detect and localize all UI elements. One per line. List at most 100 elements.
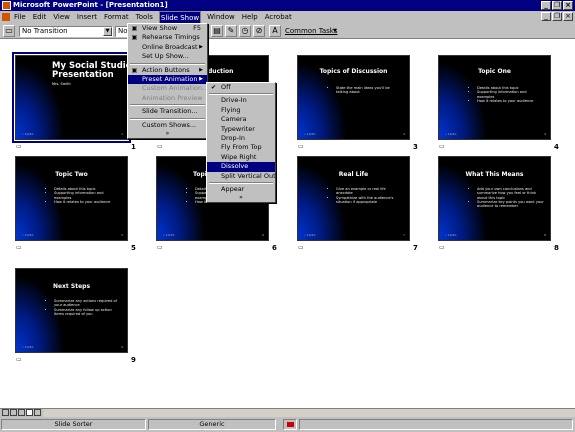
menu-item-label: Off — [221, 83, 231, 91]
slide-thumbnail[interactable]: What This Means Add your own conclusions … — [438, 156, 551, 241]
common-tasks-chevron-icon[interactable]: ▼ — [333, 26, 337, 36]
menu-item-preset-animation[interactable]: Preset Animation ▶ — [128, 74, 207, 85]
slide-transition-icon[interactable]: ▭ — [157, 143, 163, 150]
slide-bullet: Summarize key points you want your audie… — [477, 200, 544, 209]
menu-item-online-broadcast[interactable]: Online Broadcast ▶ — [128, 43, 207, 52]
menu-item-drive-in[interactable]: Drive-In — [207, 96, 275, 105]
menu-item-wipe-right[interactable]: Wipe Right — [207, 153, 275, 162]
doc-close-icon[interactable]: × — [563, 12, 573, 21]
slide-footer: • 10/20 — [163, 233, 175, 237]
expand-menu-chevron-icon[interactable]: » — [207, 194, 275, 202]
slide-footer: • 10/20 — [22, 132, 34, 136]
show-formatting-icon[interactable]: A — [269, 25, 281, 37]
slide-transition-icon[interactable]: ▭ — [298, 244, 304, 251]
rehearse-timings-icon[interactable]: ◷ — [239, 25, 251, 37]
slide-page-number: 4 — [544, 132, 546, 136]
slide-transition-icon[interactable]: ▭ — [157, 244, 163, 251]
expand-menu-chevron-icon[interactable]: » — [128, 130, 207, 138]
slide-title: Topics of Discussion — [319, 68, 388, 75]
slide-sorter-view-icon[interactable] — [26, 409, 33, 416]
view-buttons-bar — [0, 408, 575, 417]
slide-bullet: Summarize any actions required of your a… — [54, 299, 121, 308]
menu-shortcut: F5 — [193, 24, 201, 32]
menu-item-label: View Show — [142, 24, 178, 32]
slide-bullet: Supporting information and examples — [477, 90, 544, 99]
slide-number: 9 — [131, 356, 136, 364]
preset-animation-submenu: ✔ Off Drive-In Flying Camera Typewriter Drop-I… — [206, 82, 276, 204]
slide-bullets: Add your own conclusions and summarize h… — [477, 187, 544, 208]
menu-separator — [209, 181, 273, 184]
menu-item-label: Flying — [221, 105, 241, 114]
menu-item-appear[interactable]: Appear — [207, 185, 275, 194]
menu-item-label: Preset Animation — [142, 74, 198, 83]
slide-transition-icon[interactable]: ▭ — [298, 143, 304, 150]
slide-footer: • 10/20 — [22, 233, 34, 237]
slide-bullet: How it relates to your audience — [54, 200, 121, 204]
menu-item-camera[interactable]: Camera — [207, 115, 275, 124]
powerpoint-app-icon[interactable] — [2, 1, 11, 10]
horizontal-scrollbar[interactable] — [43, 409, 575, 417]
menu-item-label: Appear — [221, 184, 245, 193]
slide-thumbnail[interactable]: Next Steps Summarize any actions required… — [15, 268, 128, 353]
transition-effect-select[interactable]: No Transition ▼ — [19, 26, 113, 37]
menu-item-off[interactable]: ✔ Off — [207, 83, 275, 92]
menu-item-drop-in[interactable]: Drop-In — [207, 134, 275, 143]
slide-transition-icon[interactable]: ▭ — [16, 143, 22, 150]
restore-icon[interactable]: ❐ — [552, 1, 562, 10]
slide-thumbnail[interactable]: My Social Studies Presentation Mrs. Smith… — [12, 52, 131, 143]
projector-icon: ▣ — [131, 25, 138, 32]
slide-title: Real Life — [338, 171, 369, 178]
window-title: Microsoft PowerPoint - [Presentation1] — [13, 1, 168, 9]
summary-slide-icon[interactable]: ▤ — [211, 25, 223, 37]
menu-item-custom-shows[interactable]: Custom Shows... — [128, 121, 207, 130]
slide-footer: • 10/20 — [304, 132, 316, 136]
slide-thumbnail[interactable]: Topics of Discussion State the main ideas… — [297, 55, 410, 140]
outline-view-icon[interactable] — [10, 409, 17, 416]
menu-item-label: Set Up Show... — [142, 52, 189, 61]
menu-item-fly-from-top[interactable]: Fly From Top — [207, 143, 275, 152]
speaker-notes-icon[interactable]: ✎ — [225, 25, 237, 37]
slide-thumbnail[interactable]: Real Life Give an example or real life an… — [297, 156, 410, 241]
slide-transition-icon[interactable]: ▭ — [16, 244, 22, 251]
menu-item-flying[interactable]: Flying — [207, 106, 275, 115]
slide-transition-icon[interactable]: ▭ — [3, 25, 15, 37]
slide-view-icon[interactable] — [18, 409, 25, 416]
menu-item-label: Action Buttons — [142, 65, 190, 74]
menu-item-typewriter[interactable]: Typewriter — [207, 125, 275, 134]
slide-number: 5 — [131, 244, 136, 252]
slide-thumbnail[interactable]: Topic One Details about this topicSupport… — [438, 55, 551, 140]
slide-transition-icon[interactable]: ▭ — [16, 356, 22, 363]
slide-number: 3 — [413, 143, 418, 151]
slide-thumbnail[interactable]: Topic Two Details about this topicSupport… — [15, 156, 128, 241]
slide-title: What This Means — [465, 171, 524, 178]
menu-item-view-show[interactable]: ▣ View Show F5 — [128, 24, 207, 33]
chevron-down-icon[interactable]: ▼ — [103, 27, 112, 36]
slide-number: 8 — [554, 244, 559, 252]
menu-item-set-up-show[interactable]: Set Up Show... — [128, 52, 207, 61]
close-icon[interactable]: × — [563, 1, 573, 10]
slide-title: Next Steps — [52, 283, 91, 290]
menu-item-slide-transition[interactable]: Slide Transition... — [128, 107, 207, 116]
common-tasks-button[interactable]: Common Tasks — [285, 26, 338, 36]
minimize-icon[interactable]: _ — [541, 1, 551, 10]
slide-bullets: Details about this topicSupporting infor… — [54, 187, 121, 204]
slide-show-view-icon[interactable] — [34, 409, 41, 416]
menu-item-label: Split Vertical Out — [221, 171, 276, 180]
slide-bullet: Add your own conclusions and summarize h… — [477, 187, 544, 200]
slide-bullet: Supporting information and examples — [54, 191, 121, 200]
menu-item-rehearse-timings[interactable]: ▣ Rehearse Timings — [128, 33, 207, 42]
menu-item-split-vertical-out[interactable]: Split Vertical Out — [207, 171, 276, 181]
menu-item-action-buttons[interactable]: ▣ Action Buttons ▶ — [128, 66, 207, 75]
document-icon[interactable] — [2, 13, 10, 21]
slide-footer: • 10/20 — [22, 345, 34, 349]
menu-item-custom-animation[interactable]: Custom Animation... — [128, 84, 208, 93]
normal-view-icon[interactable] — [2, 409, 9, 416]
hide-slide-icon[interactable]: ⊘ — [253, 25, 265, 37]
slide-transition-icon[interactable]: ▭ — [439, 244, 445, 251]
slide-transition-icon[interactable]: ▭ — [439, 143, 445, 150]
spelling-status-icon[interactable] — [283, 419, 297, 430]
doc-restore-icon[interactable]: ❐ — [552, 12, 562, 21]
doc-minimize-icon[interactable]: _ — [541, 12, 551, 21]
menu-item-dissolve[interactable]: Dissolve — [207, 162, 275, 172]
menu-item-animation-preview[interactable]: Animation Preview — [128, 94, 207, 103]
